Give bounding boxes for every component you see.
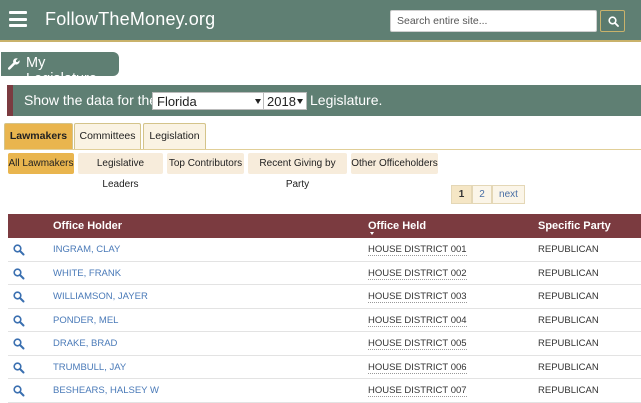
magnifier-icon[interactable]	[13, 267, 25, 280]
magnifier-icon[interactable]	[13, 244, 25, 256]
state-select-value: Florida	[157, 94, 197, 109]
chevron-down-icon	[297, 99, 303, 104]
office-held-link[interactable]: HOUSE DISTRICT 004	[368, 315, 467, 327]
filter-bar: Show the data for the Florida 2018 Legis…	[7, 85, 641, 116]
tab-committees[interactable]: Committees	[74, 123, 141, 149]
hamburger-menu-icon[interactable]	[9, 11, 27, 27]
filter-suffix: Legislature.	[310, 92, 383, 108]
magnifier-icon[interactable]	[13, 291, 25, 303]
table-header: Office Holder Office Held Specific Party	[8, 214, 641, 238]
table-row: DRAKE, BRAD HOUSE DISTRICT 005 REPUBLICA…	[8, 332, 641, 356]
year-select[interactable]: 2018	[263, 92, 307, 110]
table-row: PONDER, MEL HOUSE DISTRICT 004 REPUBLICA…	[8, 309, 641, 332]
office-held-link[interactable]: HOUSE DISTRICT 001	[368, 244, 467, 256]
office-holder-link[interactable]: PONDER, MEL	[53, 315, 118, 326]
table-row: TRUMBULL, JAY HOUSE DISTRICT 006 REPUBLI…	[8, 356, 641, 379]
table-row: WILLIAMSON, JAYER HOUSE DISTRICT 003 REP…	[8, 285, 641, 309]
magnifier-icon[interactable]	[13, 338, 25, 350]
party-cell: REPUBLICAN	[538, 314, 599, 326]
page-2-button[interactable]: 2	[472, 185, 492, 204]
site-title[interactable]: FollowTheMoney.org	[45, 9, 215, 30]
tab-divider	[4, 149, 641, 150]
subtab-recent-giving-by-party[interactable]: Recent Giving by Party	[248, 153, 347, 190]
party-cell: REPUBLICAN	[538, 338, 599, 349]
office-holder-link[interactable]: WHITE, FRANK	[53, 268, 121, 279]
tab-lawmakers[interactable]: Lawmakers	[4, 123, 73, 149]
office-holder-link[interactable]: BESHEARS, HALSEY W	[53, 385, 159, 396]
office-held-link[interactable]: HOUSE DISTRICT 003	[368, 291, 467, 303]
magnifier-icon[interactable]	[13, 314, 25, 327]
column-office-holder[interactable]: Office Holder	[53, 220, 122, 232]
table-row: INGRAM, CLAY HOUSE DISTRICT 001 REPUBLIC…	[8, 238, 641, 262]
section-title: My Legislature	[26, 55, 97, 87]
tab-legislation[interactable]: Legislation	[143, 123, 206, 149]
year-select-value: 2018	[267, 94, 296, 109]
site-header: FollowTheMoney.org	[0, 0, 641, 42]
office-held-link[interactable]: HOUSE DISTRICT 002	[368, 268, 467, 280]
office-holder-link[interactable]: TRUMBULL, JAY	[53, 362, 126, 373]
wrench-icon	[7, 58, 20, 70]
table-row: WHITE, FRANK HOUSE DISTRICT 002 REPUBLIC…	[8, 262, 641, 285]
column-specific-party[interactable]: Specific Party	[538, 220, 611, 232]
search-input[interactable]	[390, 10, 597, 32]
magnifier-icon[interactable]	[13, 385, 25, 397]
office-holder-link[interactable]: WILLIAMSON, JAYER	[53, 291, 148, 302]
state-select[interactable]: Florida	[152, 92, 265, 110]
column-office-held[interactable]: Office Held	[368, 220, 426, 232]
office-held-link[interactable]: HOUSE DISTRICT 007	[368, 385, 467, 397]
search-button[interactable]	[600, 10, 625, 32]
subtab-all-lawmakers[interactable]: All Lawmakers	[8, 153, 74, 174]
office-held-link[interactable]: HOUSE DISTRICT 006	[368, 362, 467, 374]
party-cell: REPUBLICAN	[538, 244, 599, 255]
party-cell: REPUBLICAN	[538, 291, 599, 302]
table-row: BESHEARS, HALSEY W HOUSE DISTRICT 007 RE…	[8, 379, 641, 403]
section-title-pill: My Legislature	[1, 52, 119, 87]
office-holder-link[interactable]: DRAKE, BRAD	[53, 338, 117, 349]
next-page-button[interactable]: next	[492, 185, 525, 204]
office-holder-link[interactable]: INGRAM, CLAY	[53, 244, 120, 255]
search-icon	[608, 16, 619, 27]
chevron-down-icon	[255, 99, 261, 104]
page-1-button[interactable]: 1	[451, 185, 472, 204]
sort-down-icon	[370, 232, 374, 235]
filter-prefix: Show the data for the	[24, 92, 158, 108]
office-held-link[interactable]: HOUSE DISTRICT 005	[368, 338, 467, 350]
party-cell: REPUBLICAN	[538, 385, 599, 396]
subtab-top-contributors[interactable]: Top Contributors	[167, 153, 244, 174]
subtab-legislative-leaders[interactable]: Legislative Leaders	[78, 153, 163, 190]
magnifier-icon[interactable]	[13, 361, 25, 374]
subtab-other-officeholders[interactable]: Other Officeholders	[351, 153, 438, 174]
party-cell: REPUBLICAN	[538, 361, 599, 373]
party-cell: REPUBLICAN	[538, 267, 599, 279]
